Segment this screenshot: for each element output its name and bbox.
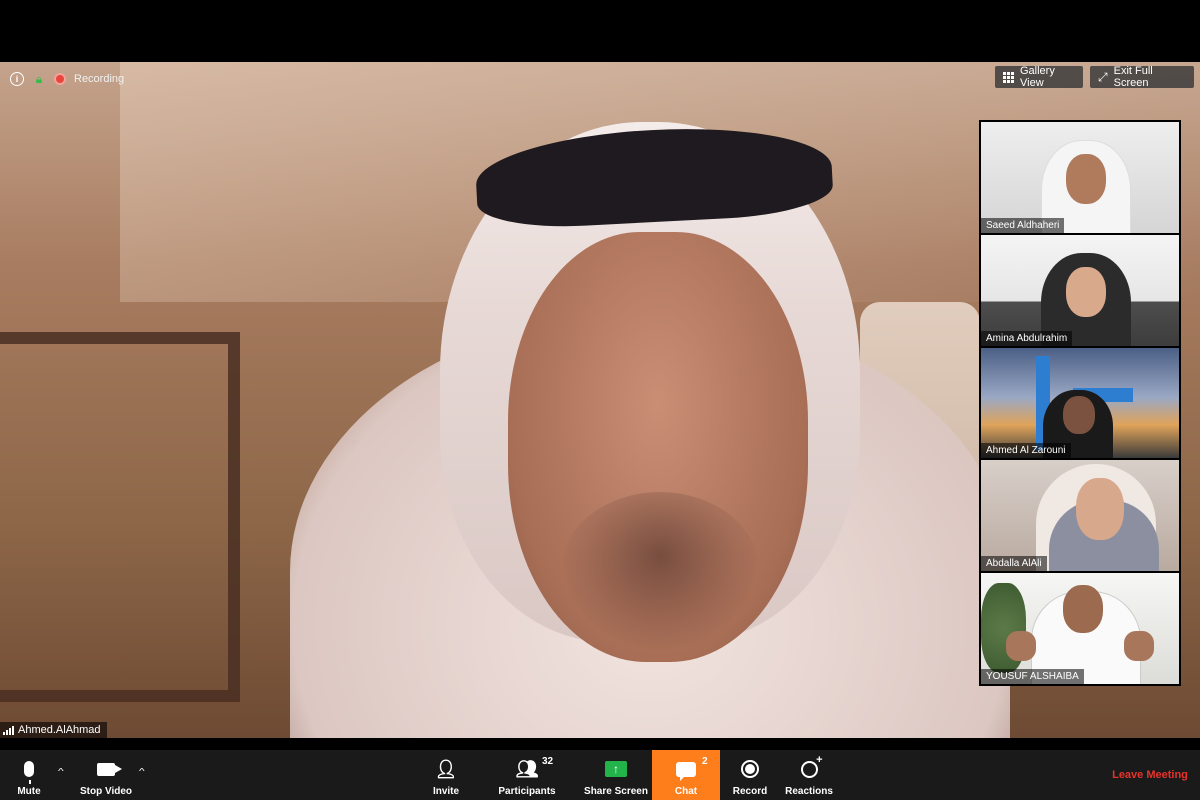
record-label: Record xyxy=(732,786,768,797)
participant-name: Saeed Aldhaheri xyxy=(981,217,1065,233)
participants-label: Participants xyxy=(498,786,556,797)
chat-label: Chat xyxy=(674,786,698,797)
recording-icon xyxy=(54,73,66,85)
participant-name: Abdalla AlAli xyxy=(981,556,1047,572)
participant-face xyxy=(1063,395,1095,434)
share-screen-icon: ↑ xyxy=(605,756,627,782)
signal-strength-icon xyxy=(3,725,14,735)
leave-meeting-label: Leave Meeting xyxy=(1112,769,1188,781)
participant-name: Ahmed Al Zarouni xyxy=(981,443,1071,459)
participant-tile[interactable]: Abdalla AlAli xyxy=(981,460,1179,572)
participant-hands xyxy=(1006,631,1154,662)
participant-tile[interactable]: Saeed Aldhaheri xyxy=(981,122,1179,233)
participant-face xyxy=(1066,154,1106,204)
wall-frame xyxy=(0,332,240,702)
participant-thumbnail-strip: Saeed Aldhaheri Amina Abdulrahim Ahmed A… xyxy=(979,120,1181,686)
lock-icon[interactable]: 🔒︎ xyxy=(32,72,46,86)
participants-count: 32 xyxy=(542,756,554,767)
chat-unread-count: 2 xyxy=(702,756,708,767)
speaker-beard xyxy=(560,492,760,652)
video-options-caret-icon[interactable]: ^ xyxy=(139,766,145,776)
share-screen-label: Share Screen xyxy=(584,786,648,797)
meeting-status-bar: i 🔒︎ Recording xyxy=(10,72,124,86)
mute-button[interactable]: Mute xyxy=(8,750,50,800)
participant-face xyxy=(1063,585,1103,634)
microphone-icon xyxy=(24,756,34,784)
exit-full-screen-label: Exit Full Screen xyxy=(1113,65,1153,89)
video-camera-icon xyxy=(97,756,122,782)
grid-icon xyxy=(1003,71,1014,83)
participant-tile[interactable]: Amina Abdulrahim xyxy=(981,234,1179,346)
info-icon[interactable]: i xyxy=(10,72,24,86)
participant-tile[interactable]: Ahmed Al Zarouni xyxy=(981,347,1179,459)
participants-icon: 👥︎ xyxy=(515,759,539,779)
mute-label: Mute xyxy=(17,786,41,797)
record-button[interactable]: Record xyxy=(730,750,770,800)
reactions-label: Reactions xyxy=(785,786,833,797)
participant-face xyxy=(1066,266,1106,317)
active-speaker-name: Ahmed.AlAhmad xyxy=(18,724,101,736)
participant-name: Amina Abdulrahim xyxy=(981,330,1073,346)
participant-name: YOUSUF ALSHAIBA xyxy=(981,668,1084,684)
add-person-icon: 👤︎ xyxy=(434,759,458,779)
gallery-view-button[interactable]: Gallery View xyxy=(995,65,1083,89)
participant-tile[interactable]: YOUSUF ALSHAIBA xyxy=(981,573,1179,684)
audio-options-caret-icon[interactable]: ^ xyxy=(58,766,64,776)
leave-meeting-button[interactable]: Leave Meeting xyxy=(1108,750,1192,800)
exit-fullscreen-icon: ⤢ xyxy=(1098,70,1108,84)
active-speaker-name-tag: Ahmed.AlAhmad xyxy=(0,722,107,738)
participants-button[interactable]: 👥︎ 32 Participants xyxy=(496,750,558,800)
exit-full-screen-button[interactable]: ⤢ Exit Full Screen xyxy=(1090,65,1194,89)
chat-button[interactable]: 2 Chat xyxy=(652,750,720,800)
reactions-button[interactable]: Reactions xyxy=(782,750,836,800)
share-screen-button[interactable]: ↑ Share Screen xyxy=(584,750,648,800)
chat-bubble-icon xyxy=(676,756,696,782)
participant-face xyxy=(1076,478,1124,541)
gallery-view-label: Gallery View xyxy=(1020,65,1055,89)
meeting-toolbar: Mute ^ Stop Video ^ 👤︎ Invite 👥︎ 32 Part… xyxy=(0,750,1200,800)
stop-video-label: Stop Video xyxy=(79,786,133,797)
smiley-icon xyxy=(800,754,823,782)
stop-video-button[interactable]: Stop Video xyxy=(78,750,134,800)
invite-button[interactable]: 👤︎ Invite xyxy=(426,750,466,800)
recording-label: Recording xyxy=(74,73,125,85)
record-icon xyxy=(741,756,759,782)
invite-label: Invite xyxy=(432,786,460,797)
